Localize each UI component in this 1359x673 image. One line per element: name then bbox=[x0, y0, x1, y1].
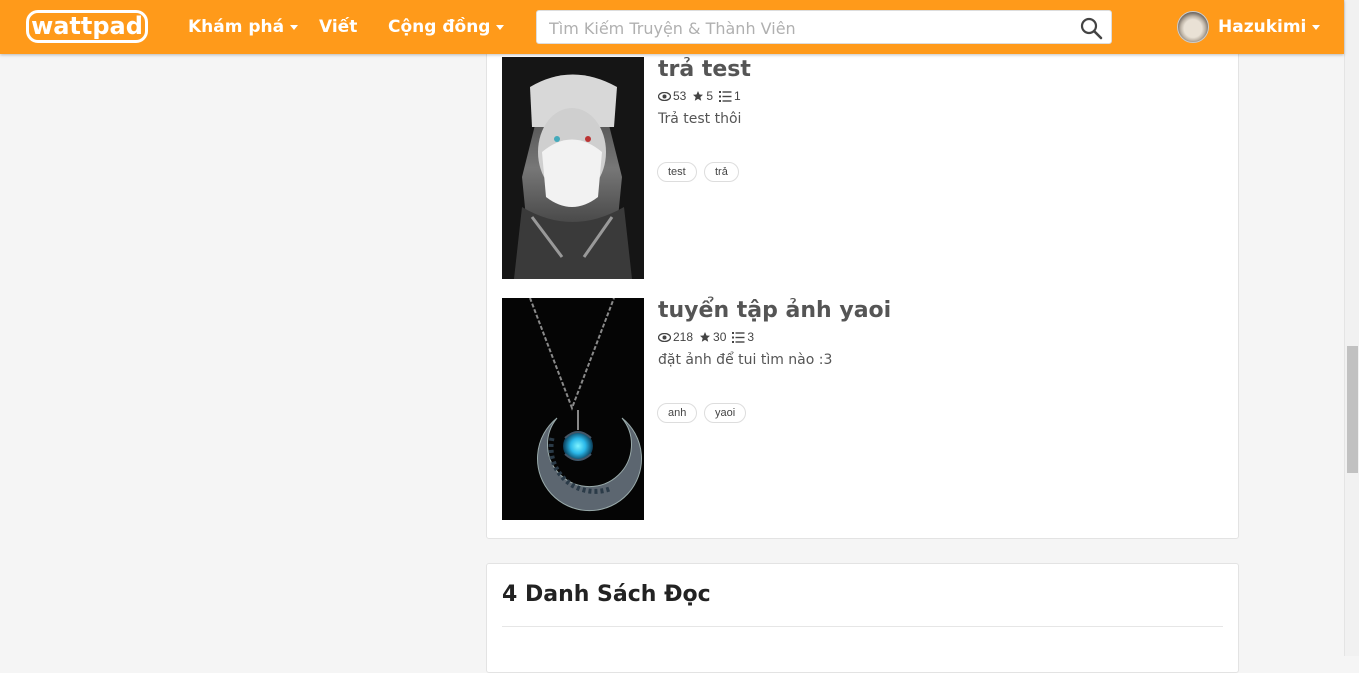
story-tag[interactable]: trả bbox=[704, 162, 739, 182]
story-cover-art bbox=[502, 298, 644, 520]
search-input[interactable] bbox=[547, 11, 1071, 45]
nav-write-link[interactable]: Viết bbox=[319, 0, 357, 54]
reads-stat: 218 bbox=[658, 330, 693, 344]
search-icon[interactable] bbox=[1079, 16, 1103, 40]
user-menu[interactable]: Hazukimi bbox=[1218, 0, 1321, 54]
caret-down-icon bbox=[1312, 24, 1321, 30]
star-icon bbox=[700, 332, 711, 342]
parts-count: 1 bbox=[734, 89, 741, 103]
eye-icon bbox=[658, 91, 671, 101]
scrollbar-thumb[interactable] bbox=[1347, 346, 1358, 473]
list-icon bbox=[719, 90, 732, 102]
nav-community-menu[interactable]: Cộng đồng bbox=[388, 0, 505, 54]
story-description: Trả test thôi bbox=[658, 111, 742, 127]
top-navbar: wattpad Khám phá Viết Cộng đồng Hazukimi bbox=[0, 0, 1344, 54]
user-avatar[interactable] bbox=[1177, 11, 1209, 43]
story-description: đặt ảnh để tui tìm nào :3 bbox=[658, 352, 833, 368]
section-divider bbox=[502, 626, 1223, 627]
page-scrollbar[interactable] bbox=[1344, 0, 1359, 656]
reads-count: 218 bbox=[673, 330, 694, 344]
parts-stat: 3 bbox=[732, 330, 754, 344]
reading-lists-heading: 4 Danh Sách Đọc bbox=[502, 582, 711, 607]
search-box bbox=[536, 10, 1112, 45]
stories-card: trả test 53 5 1 Trả test thôi test trả t… bbox=[486, 40, 1239, 539]
story-title[interactable]: trả test bbox=[658, 57, 751, 82]
story-tag[interactable]: test bbox=[657, 162, 697, 182]
story-cover-art bbox=[502, 57, 644, 279]
reading-lists-card: 4 Danh Sách Đọc bbox=[486, 563, 1239, 673]
caret-down-icon bbox=[290, 24, 299, 30]
nav-explore-label: Khám phá bbox=[188, 17, 285, 37]
reads-stat: 53 bbox=[658, 89, 686, 103]
story-stats: 218 30 3 bbox=[658, 330, 760, 344]
votes-stat: 30 bbox=[699, 330, 726, 344]
parts-stat: 1 bbox=[719, 89, 741, 103]
parts-count: 3 bbox=[747, 330, 755, 344]
story-tag[interactable]: anh bbox=[657, 403, 698, 423]
votes-stat: 5 bbox=[692, 89, 713, 103]
story-cover-image[interactable] bbox=[502, 298, 644, 520]
nav-write-label: Viết bbox=[319, 17, 358, 37]
nav-explore-menu[interactable]: Khám phá bbox=[188, 0, 299, 54]
user-name: Hazukimi bbox=[1218, 17, 1307, 37]
eye-icon bbox=[658, 332, 671, 342]
reads-count: 53 bbox=[673, 89, 687, 103]
story-cover-image[interactable] bbox=[502, 57, 644, 279]
list-icon bbox=[732, 331, 745, 343]
story-stats: 53 5 1 bbox=[658, 89, 747, 103]
story-tag[interactable]: yaoi bbox=[704, 403, 747, 423]
nav-community-label: Cộng đồng bbox=[388, 17, 491, 37]
votes-count: 5 bbox=[706, 89, 714, 103]
story-title[interactable]: tuyển tập ảnh yaoi bbox=[658, 298, 891, 323]
caret-down-icon bbox=[496, 24, 505, 30]
wattpad-logo[interactable]: wattpad bbox=[26, 10, 148, 43]
votes-count: 30 bbox=[713, 330, 727, 344]
star-icon bbox=[693, 91, 704, 101]
